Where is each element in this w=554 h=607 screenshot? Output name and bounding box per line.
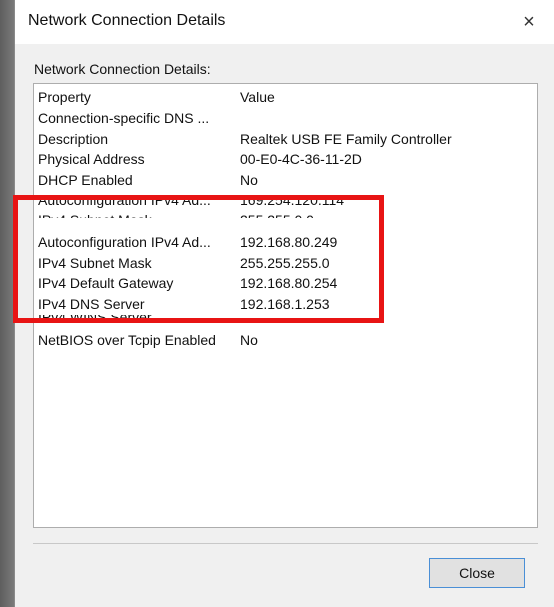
list-item[interactable]: Description Realtek USB FE Family Contro… xyxy=(34,129,537,149)
property-cell: IPv4 Subnet Mask xyxy=(38,255,152,271)
list-item[interactable]: IPv4 WINS Server xyxy=(34,315,537,327)
value-cell: 255.255.0.0 xyxy=(240,210,314,218)
list-item[interactable]: IPv4 Subnet Mask 255.255.255.0 xyxy=(34,253,537,273)
list-item[interactable]: NetBIOS over Tcpip Enabled No xyxy=(34,330,537,350)
property-cell: Physical Address xyxy=(38,151,145,167)
list-item[interactable]: IPv4 DNS Server 192.168.1.253 xyxy=(34,294,537,314)
dialog-title: Network Connection Details xyxy=(28,12,226,29)
value-cell: 00-E0-4C-36-11-2D xyxy=(240,151,362,167)
title-bar: Network Connection Details × xyxy=(15,0,554,44)
list-item[interactable]: Autoconfiguration IPv4 Ad... 192.168.80.… xyxy=(34,232,537,252)
list-header: Property Value xyxy=(34,87,537,107)
property-cell: Description xyxy=(38,131,109,147)
details-listview[interactable]: Property Value Connection-specific DNS .… xyxy=(33,83,538,528)
background-window-edge xyxy=(0,0,14,607)
value-cell: 192.168.80.254 xyxy=(240,275,338,291)
property-cell: Autoconfiguration IPv4 Ad... xyxy=(38,234,211,250)
value-cell: 169.254.120.114 xyxy=(240,192,345,208)
close-icon[interactable]: × xyxy=(514,7,544,37)
value-cell: Realtek USB FE Family Controller xyxy=(240,131,452,147)
list-item[interactable]: Physical Address 00-E0-4C-36-11-2D xyxy=(34,149,537,169)
column-header-value[interactable]: Value xyxy=(240,87,275,107)
list-item[interactable]: IPv4 Default Gateway 192.168.80.254 xyxy=(34,273,537,293)
property-cell: Autoconfiguration IPv4 Ad... xyxy=(38,192,211,208)
separator xyxy=(33,543,538,544)
property-cell: Connection-specific DNS ... xyxy=(38,110,210,126)
value-cell: No xyxy=(240,172,258,188)
value-cell: 255.255.255.0 xyxy=(240,255,330,271)
property-cell: IPv4 DNS Server xyxy=(38,296,145,312)
column-header-property[interactable]: Property xyxy=(38,87,91,107)
value-cell: 192.168.80.249 xyxy=(240,234,338,250)
list-item[interactable]: Autoconfiguration IPv4 Ad... 169.254.120… xyxy=(34,190,537,210)
network-connection-details-dialog: Network Connection Details × Network Con… xyxy=(14,0,554,607)
property-cell: IPv4 Default Gateway xyxy=(38,275,174,291)
property-cell: IPv4 WINS Server xyxy=(38,315,152,325)
close-button[interactable]: Close xyxy=(429,558,525,588)
list-item[interactable]: IPv4 Subnet Mask 255.255.0.0 xyxy=(34,210,537,218)
value-cell: No xyxy=(240,332,258,348)
property-cell: IPv4 Subnet Mask xyxy=(38,210,152,218)
value-cell: 192.168.1.253 xyxy=(240,296,330,312)
list-item[interactable]: DHCP Enabled No xyxy=(34,170,537,190)
group-label: Network Connection Details: xyxy=(34,61,211,77)
property-cell: DHCP Enabled xyxy=(38,172,133,188)
property-cell: NetBIOS over Tcpip Enabled xyxy=(38,332,216,348)
list-item[interactable]: Connection-specific DNS ... xyxy=(34,108,537,128)
